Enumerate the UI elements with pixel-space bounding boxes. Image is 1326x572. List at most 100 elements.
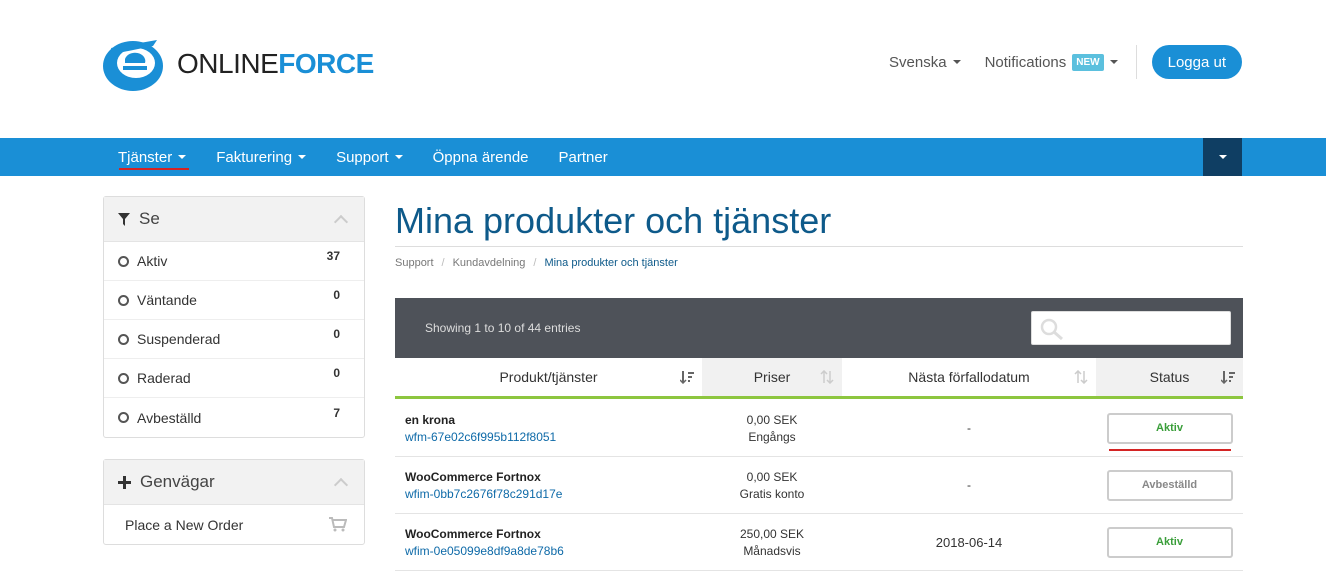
filter-item-avbestalld[interactable]: Avbeställd 7	[104, 398, 364, 437]
shortcuts-panel-title: Genvägar	[140, 472, 215, 491]
language-dropdown[interactable]: Svenska	[889, 54, 961, 71]
status-label: Avbeställd	[1141, 479, 1198, 491]
filter-count: 0	[333, 327, 340, 341]
price-cell: 0,00 SEK Gratis konto	[702, 457, 842, 513]
filter-item-raderad[interactable]: Raderad 0	[104, 359, 364, 398]
nav-item-label: Partner	[558, 148, 608, 166]
table-toolbar: Showing 1 to 10 of 44 entries	[395, 298, 1243, 358]
breadcrumb-kundavdelning[interactable]: Kundavdelning	[453, 257, 526, 269]
filter-item-label: Suspenderad	[137, 331, 221, 347]
due-date-cell: 2018-06-14	[842, 514, 1096, 570]
filter-item-label: Avbeställd	[137, 409, 202, 426]
nav-item-partner[interactable]: Partner	[544, 138, 623, 176]
billing-cycle: Gratis konto	[739, 486, 805, 501]
filter-item-vantande[interactable]: Väntande 0	[104, 281, 364, 320]
status-cell: Aktiv	[1096, 400, 1243, 456]
chevron-up-icon[interactable]	[333, 477, 349, 492]
nav-item-open-ticket[interactable]: Öppna ärende	[418, 138, 544, 176]
breadcrumb: Support / Kundavdelning / Mina produkter…	[395, 257, 678, 269]
nav-item-label: Öppna ärende	[432, 148, 529, 166]
header-actions: Svenska Notifications NEW Logga ut	[865, 44, 1242, 80]
product-cell: en krona wfm-67e02c6f995b112f8051	[395, 400, 702, 456]
main-navbar: Tjänster Fakturering Support Öppna ärend…	[0, 138, 1326, 176]
nav-menu: Tjänster Fakturering Support Öppna ärend…	[103, 138, 623, 176]
brand-logo[interactable]: ONLINEFORCE	[103, 36, 374, 92]
column-header-label: Priser	[753, 369, 791, 385]
filter-item-label: Aktiv	[137, 253, 168, 269]
plus-icon	[118, 475, 131, 489]
column-header-status[interactable]: Status	[1096, 358, 1243, 399]
sort-desc-icon	[680, 371, 694, 384]
column-header-due-date[interactable]: Nästa förfallodatum	[842, 358, 1096, 399]
filter-item-label: Väntande	[137, 292, 197, 308]
nav-item-label: Support	[336, 148, 389, 166]
table-row[interactable]: WooCommerce Fortnox wfim-0bb7c2676f78c29…	[395, 457, 1243, 514]
product-id-link[interactable]: wfim-0bb7c2676f78c291d17e	[405, 487, 702, 501]
notifications-label: Notifications	[984, 53, 1067, 71]
status-badge[interactable]: Aktiv	[1106, 412, 1233, 451]
search-icon	[1040, 318, 1063, 340]
column-header-label: Status	[1149, 369, 1190, 385]
radio-icon	[118, 372, 129, 384]
radio-icon	[118, 255, 129, 267]
product-id-link[interactable]: wfm-67e02c6f995b112f8051	[405, 430, 702, 444]
nav-item-label: Fakturering	[216, 148, 293, 166]
billing-cycle: Månadsvis	[743, 543, 801, 558]
price-amount: 0,00 SEK	[746, 469, 798, 484]
sort-both-icon	[820, 370, 834, 384]
filter-count: 0	[333, 366, 340, 380]
product-cell: WooCommerce Fortnox wfim-0e05099e8df9a8d…	[395, 514, 702, 570]
filter-panel: Se Aktiv 37 Väntande 0 Suspenderad 0 Rad…	[103, 196, 365, 438]
chevron-down-icon	[178, 155, 187, 159]
logout-button[interactable]: Logga ut	[1151, 45, 1242, 79]
chevron-down-icon	[394, 155, 403, 159]
filter-icon	[118, 212, 130, 226]
status-label: Aktiv	[1156, 422, 1183, 434]
sort-desc-icon	[1221, 371, 1235, 384]
filter-item-aktiv[interactable]: Aktiv 37	[104, 242, 364, 281]
table-search[interactable]	[1031, 311, 1231, 345]
due-date-cell: -	[842, 457, 1096, 513]
shortcuts-panel-header[interactable]: Genvägar	[104, 460, 364, 505]
table-row[interactable]: WooCommerce Fortnox wfim-0e05099e8df9a8d…	[395, 514, 1243, 571]
place-new-order-link[interactable]: Place a New Order	[104, 505, 364, 544]
shopping-cart-icon	[329, 517, 347, 532]
status-badge[interactable]: Avbeställd	[1106, 469, 1233, 501]
product-cell: WooCommerce Fortnox wfim-0bb7c2676f78c29…	[395, 457, 702, 513]
column-header-product[interactable]: Produkt/tjänster	[395, 358, 702, 399]
status-label: Aktiv	[1156, 536, 1183, 548]
product-name: en krona	[405, 412, 456, 427]
table-row[interactable]: en krona wfm-67e02c6f995b112f8051 0,00 S…	[395, 400, 1243, 457]
filter-item-label: Raderad	[137, 370, 191, 386]
title-divider	[395, 246, 1243, 247]
onlineforce-logo-icon	[103, 40, 163, 91]
breadcrumb-support[interactable]: Support	[395, 257, 434, 269]
radio-icon	[118, 412, 129, 423]
column-header-price[interactable]: Priser	[702, 358, 842, 399]
product-name: WooCommerce Fortnox	[405, 526, 541, 541]
account-menu-toggle[interactable]	[1203, 138, 1242, 176]
filter-count: 7	[333, 405, 340, 420]
breadcrumb-separator: /	[533, 257, 537, 269]
nav-item-tjanster[interactable]: Tjänster	[103, 138, 201, 176]
table-header: Produkt/tjänster Priser Nästa förfalloda…	[395, 358, 1243, 399]
billing-cycle: Engångs	[748, 429, 796, 444]
due-date: 2018-06-14	[935, 534, 1003, 550]
status-badge[interactable]: Aktiv	[1106, 526, 1233, 558]
brand-name-bold: FORCE	[278, 48, 374, 79]
due-date: -	[967, 478, 971, 492]
highlight-underline	[1108, 448, 1231, 451]
filter-item-suspenderad[interactable]: Suspenderad 0	[104, 320, 364, 359]
price-cell: 0,00 SEK Engångs	[702, 400, 842, 456]
filter-panel-header[interactable]: Se	[104, 197, 364, 242]
product-id-link[interactable]: wfim-0e05099e8df9a8de78b6	[405, 544, 702, 558]
chevron-down-icon	[952, 60, 961, 64]
header-divider	[1135, 45, 1137, 79]
page-title: Mina produkter och tjänster	[395, 200, 832, 241]
nav-item-support[interactable]: Support	[321, 138, 418, 176]
language-label: Svenska	[889, 53, 947, 71]
chevron-up-icon[interactable]	[333, 214, 349, 229]
nav-item-fakturering[interactable]: Fakturering	[201, 138, 321, 176]
notifications-dropdown[interactable]: Notifications NEW	[984, 53, 1118, 71]
sort-both-icon	[1074, 370, 1088, 384]
